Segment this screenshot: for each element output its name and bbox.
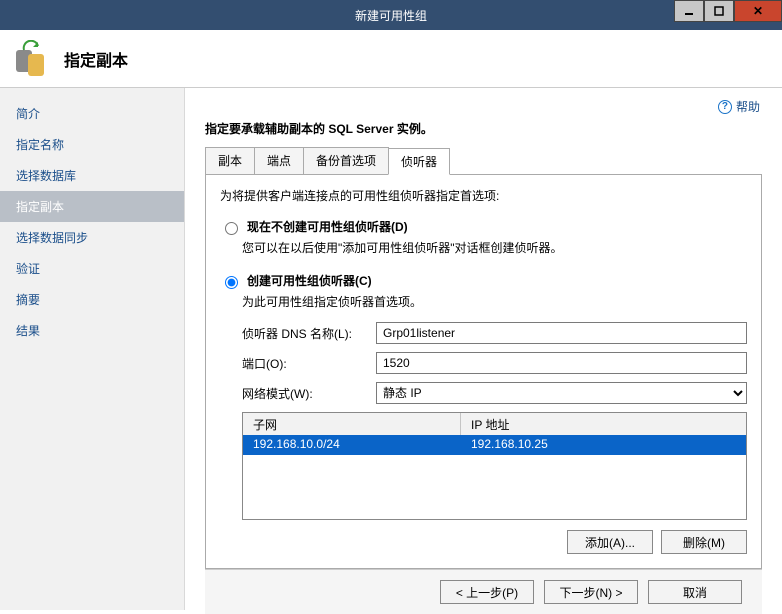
- help-icon: ?: [718, 100, 732, 114]
- col-subnet[interactable]: 子网: [243, 413, 461, 435]
- dns-label: 侦听器 DNS 名称(L):: [242, 325, 376, 342]
- listener-intro: 为将提供客户端连接点的可用性组侦听器指定首选项:: [220, 187, 747, 204]
- cancel-button[interactable]: 取消: [648, 580, 742, 604]
- window-buttons: ✕: [674, 0, 782, 22]
- sidebar-item-name[interactable]: 指定名称: [0, 129, 184, 160]
- radio-dont-create-sub: 您可以在以后使用"添加可用性组侦听器"对话框创建侦听器。: [242, 239, 747, 256]
- dns-input[interactable]: [376, 322, 747, 344]
- next-button[interactable]: 下一步(N) >: [544, 580, 638, 604]
- page-title: 指定副本: [64, 47, 128, 71]
- col-ip[interactable]: IP 地址: [461, 413, 746, 435]
- sidebar-item-databases[interactable]: 选择数据库: [0, 160, 184, 191]
- radio-create[interactable]: [225, 276, 238, 289]
- sidebar-item-intro[interactable]: 简介: [0, 98, 184, 129]
- radio-create-label: 创建可用性组侦听器(C): [247, 272, 372, 289]
- prev-button[interactable]: < 上一步(P): [440, 580, 534, 604]
- delete-button[interactable]: 删除(M): [661, 530, 747, 554]
- sidebar-item-sync[interactable]: 选择数据同步: [0, 222, 184, 253]
- wizard-footer: < 上一步(P) 下一步(N) > 取消: [205, 569, 762, 614]
- nav-sidebar: 简介 指定名称 选择数据库 指定副本 选择数据同步 验证 摘要 结果: [0, 88, 185, 610]
- tabstrip: 副本 端点 备份首选项 侦听器: [205, 147, 762, 175]
- sidebar-item-summary[interactable]: 摘要: [0, 284, 184, 315]
- mode-label: 网络模式(W):: [242, 385, 376, 402]
- tab-body-listener: 为将提供客户端连接点的可用性组侦听器指定首选项: 现在不创建可用性组侦听器(D)…: [205, 175, 762, 569]
- sidebar-item-replicas[interactable]: 指定副本: [0, 191, 184, 222]
- sidebar-item-validate[interactable]: 验证: [0, 253, 184, 284]
- port-input[interactable]: [376, 352, 747, 374]
- radio-dont-create[interactable]: [225, 222, 238, 235]
- grid-header: 子网 IP 地址: [243, 413, 746, 435]
- cell-ip: 192.168.10.25: [461, 435, 558, 455]
- instruction-text: 指定要承载辅助副本的 SQL Server 实例。: [205, 120, 762, 137]
- ip-grid[interactable]: 子网 IP 地址 192.168.10.0/24 192.168.10.25: [242, 412, 747, 520]
- tab-endpoints[interactable]: 端点: [254, 147, 304, 174]
- tab-listener[interactable]: 侦听器: [388, 148, 450, 175]
- help-label: 帮助: [736, 98, 760, 115]
- titlebar: 新建可用性组 ✕: [0, 0, 782, 30]
- mode-select[interactable]: 静态 IP: [376, 382, 747, 404]
- sidebar-item-results[interactable]: 结果: [0, 315, 184, 346]
- tab-replicas[interactable]: 副本: [205, 147, 255, 174]
- database-sync-icon: [16, 42, 50, 76]
- minimize-button[interactable]: [674, 0, 704, 22]
- tab-backup[interactable]: 备份首选项: [303, 147, 389, 174]
- window-title: 新建可用性组: [0, 7, 782, 24]
- cell-subnet: 192.168.10.0/24: [243, 435, 461, 455]
- help-link[interactable]: ? 帮助: [718, 98, 760, 115]
- radio-dont-create-label: 现在不创建可用性组侦听器(D): [247, 218, 408, 235]
- close-button[interactable]: ✕: [734, 0, 782, 22]
- radio-create-sub: 为此可用性组指定侦听器首选项。: [242, 293, 747, 310]
- main-panel: ? 帮助 指定要承载辅助副本的 SQL Server 实例。 副本 端点 备份首…: [185, 88, 782, 610]
- table-row[interactable]: 192.168.10.0/24 192.168.10.25: [243, 435, 746, 455]
- wizard-header: 指定副本: [0, 30, 782, 88]
- maximize-button[interactable]: [704, 0, 734, 22]
- port-label: 端口(O):: [242, 355, 376, 372]
- add-button[interactable]: 添加(A)...: [567, 530, 653, 554]
